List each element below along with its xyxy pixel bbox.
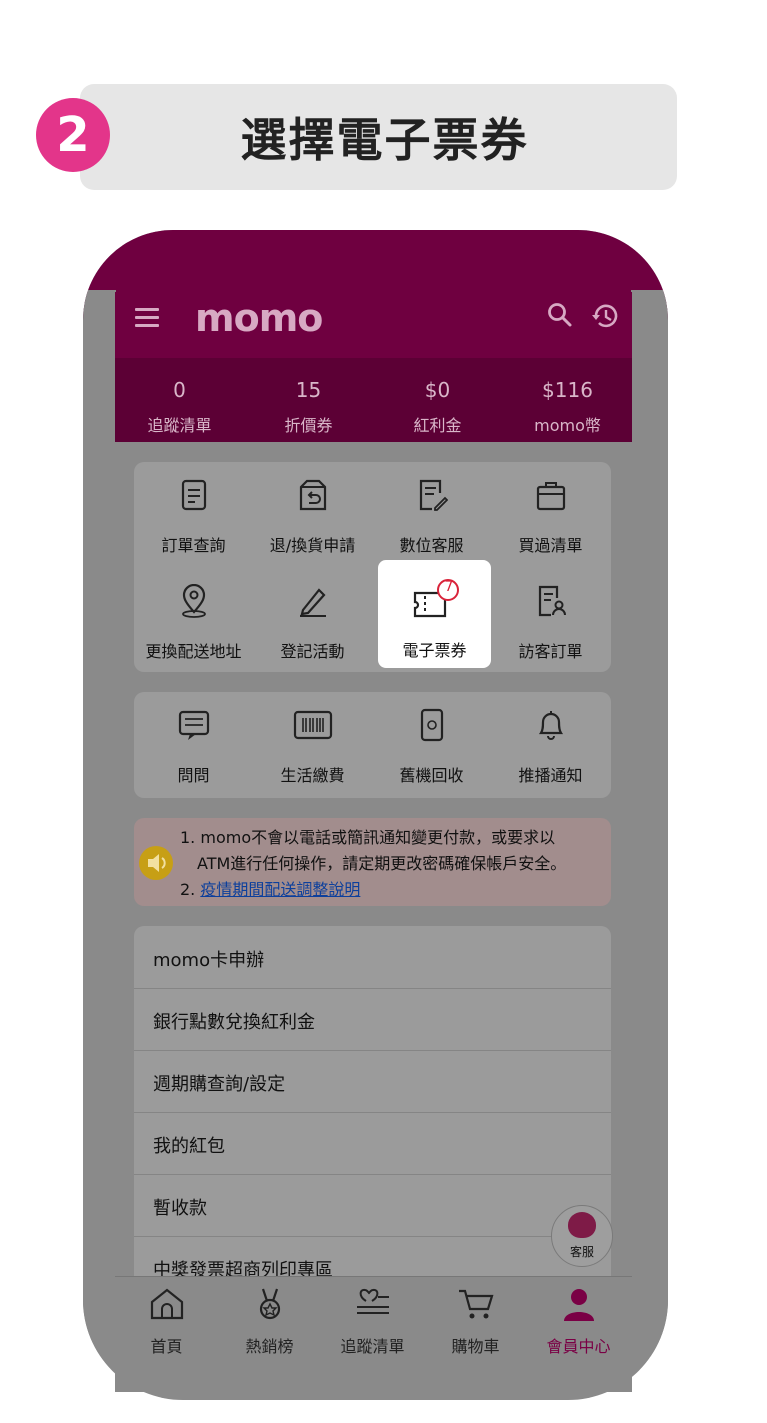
person-icon: [563, 1289, 594, 1321]
grid-item-change-address[interactable]: 更換配送地址: [134, 568, 253, 668]
grid-item-order-query[interactable]: 訂單查詢: [134, 462, 253, 562]
grid-item-recycle[interactable]: 舊機回收: [372, 692, 491, 792]
step-number-badge: 2: [36, 98, 110, 172]
home-icon: [150, 1288, 183, 1320]
grid-item-ask[interactable]: 問問: [134, 692, 253, 792]
step-banner: 選擇電子票券: [80, 84, 677, 190]
medal-icon: [259, 1288, 280, 1320]
covid-delivery-link[interactable]: 疫情期間配送調整說明: [200, 880, 360, 899]
grid-item-e-ticket[interactable]: 7 電子票券: [378, 560, 491, 668]
stat-momo-coin[interactable]: $116 momo幣: [503, 358, 632, 436]
list-item-subscription[interactable]: 週期購查詢/設定: [134, 1050, 611, 1113]
grid-item-digital-service[interactable]: 數位客服: [372, 462, 491, 562]
menu-list: momo卡申辦 銀行點數兌換紅利金 週期購查詢/設定 我的紅包 暫收款 中獎發票…: [134, 926, 611, 1286]
recycle-phone-icon: [420, 708, 444, 742]
member-stats: 0 追蹤清單 15 折價券 $0 紅利金 $116 momo幣: [115, 358, 632, 442]
edit-document-icon: [419, 479, 448, 511]
list-item-red-envelope[interactable]: 我的紅包: [134, 1112, 611, 1175]
bag-icon: [536, 482, 566, 511]
heart-list-icon: [356, 1288, 389, 1314]
tab-member-center[interactable]: 會員中心: [527, 1287, 630, 1357]
grid-item-bill-payment[interactable]: 生活繳費: [253, 692, 372, 792]
return-box-icon: [299, 479, 327, 511]
service-grid: 訂單查詢 退/換貨申請 數位客服 買過清單 更換配送地址 登記活動 訪客訂單: [134, 462, 611, 672]
grid-item-return[interactable]: 退/換貨申請: [253, 462, 372, 562]
document-icon: [181, 479, 207, 511]
tab-home[interactable]: 首頁: [115, 1287, 218, 1357]
stat-bonus[interactable]: $0 紅利金: [373, 358, 502, 436]
pencil-icon: [300, 588, 326, 617]
grid-item-purchased-list[interactable]: 買過清單: [491, 462, 610, 562]
mascot-icon: [568, 1212, 596, 1238]
tab-best-sellers[interactable]: 熱銷榜: [218, 1287, 321, 1357]
tab-cart[interactable]: 購物車: [424, 1287, 527, 1357]
list-item-momo-card[interactable]: momo卡申辦: [134, 926, 611, 989]
grid-item-register-event[interactable]: 登記活動: [253, 568, 372, 668]
momo-logo[interactable]: momo: [195, 296, 323, 340]
grid-item-push-notification[interactable]: 推播通知: [491, 692, 610, 792]
chat-icon: [178, 710, 210, 740]
list-item-temporary-payment[interactable]: 暫收款: [134, 1174, 611, 1237]
visitor-order-icon: [538, 585, 566, 617]
stat-coupons[interactable]: 15 折價券: [244, 358, 373, 436]
step-title: 選擇電子票券: [240, 113, 529, 167]
stat-tracking[interactable]: 0 追蹤清單: [115, 358, 244, 436]
notice-banner: 1. momo不會以電話或簡訊通知變更付款，或要求以 ATM進行任何操作，請定期…: [134, 818, 611, 906]
app-bar: momo: [115, 292, 632, 358]
search-icon[interactable]: [547, 302, 573, 328]
service-grid-secondary: 問問 生活繳費 舊機回收 推播通知: [134, 692, 611, 798]
bottom-tab-bar: 首頁 熱銷榜 追蹤清單 購物車 會員中心: [115, 1276, 632, 1392]
phone-screen: momo 0 追蹤清單 15 折價券 $0 紅利金 $116 momo幣 訂單查…: [115, 292, 632, 1392]
ticket-badge: 7: [444, 579, 454, 595]
barcode-icon: [293, 710, 333, 740]
list-item-bank-points[interactable]: 銀行點數兌換紅利金: [134, 988, 611, 1051]
tab-tracking-list[interactable]: 追蹤清單: [321, 1287, 424, 1357]
speaker-icon: [139, 846, 173, 880]
history-icon[interactable]: [590, 301, 620, 331]
grid-item-visitor-order[interactable]: 訪客訂單: [491, 568, 610, 668]
cart-icon: [458, 1289, 493, 1319]
menu-icon[interactable]: [135, 308, 159, 328]
bell-icon: [538, 711, 564, 740]
location-pin-icon: [182, 584, 206, 618]
customer-service-button[interactable]: 客服: [551, 1205, 613, 1267]
